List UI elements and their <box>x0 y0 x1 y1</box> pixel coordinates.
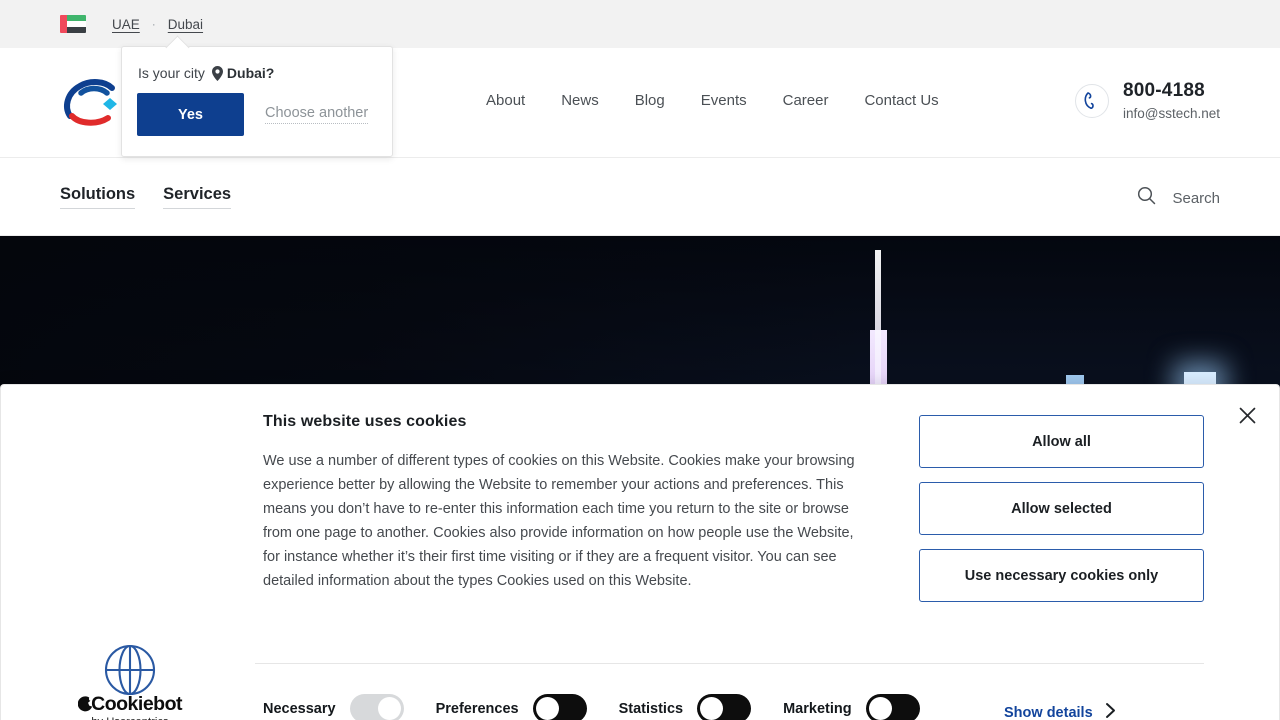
marketing-label: Marketing <box>783 700 852 717</box>
nav-item-blog[interactable]: Blog <box>635 92 665 109</box>
geo-country-link[interactable]: UAE <box>112 17 140 32</box>
cookie-category-marketing: Marketing <box>783 694 920 720</box>
cookie-footer: Cookiebot by Usercentrics Necessary Pref… <box>1 682 1279 720</box>
cookie-category-preferences: Preferences <box>436 694 587 720</box>
cookiebot-logo: Cookiebot by Usercentrics <box>78 694 182 720</box>
city-question-prefix: Is your city <box>138 65 205 81</box>
nav-item-about[interactable]: About <box>486 92 525 109</box>
geo-city-link[interactable]: Dubai <box>168 17 203 32</box>
cookie-category-toggles: Necessary Preferences Statistics Marketi… <box>263 694 920 720</box>
header-contact-block: 800-4188 info@sstech.net <box>1074 80 1220 121</box>
city-question-city: Dubai? <box>226 65 275 81</box>
cookie-text-block: This website uses cookies We use a numbe… <box>263 413 863 593</box>
subnav-item-solutions[interactable]: Solutions <box>60 185 136 209</box>
preferences-toggle[interactable] <box>532 694 587 720</box>
show-details-link[interactable]: Show details <box>1004 702 1116 720</box>
close-icon[interactable] <box>1234 402 1260 428</box>
cookiebot-brand-text: Cookiebot <box>91 693 182 715</box>
phone-icon <box>1074 83 1109 118</box>
sstech-swoosh-logo[interactable] <box>60 78 130 128</box>
nav-item-events[interactable]: Events <box>701 92 747 109</box>
cookiebot-brand-name: Cookiebot <box>78 694 182 714</box>
allow-selected-button[interactable]: Allow selected <box>919 482 1204 535</box>
nav-item-career[interactable]: Career <box>783 92 829 109</box>
contact-text: 800-4188 info@sstech.net <box>1123 80 1220 121</box>
secondary-navigation-bar: Solutions Services Search <box>0 158 1280 236</box>
search-icon <box>1137 186 1156 210</box>
uae-flag-icon <box>60 15 86 33</box>
preferences-label: Preferences <box>435 700 519 717</box>
geo-separator: · <box>151 17 156 31</box>
divider <box>255 663 1204 664</box>
show-details-label: Show details <box>1004 704 1093 720</box>
cookie-banner-text: We use a number of different types of co… <box>263 453 855 589</box>
cookie-banner-title: This website uses cookies <box>263 413 467 430</box>
cookie-consent-banner: This website uses cookies We use a numbe… <box>0 384 1280 720</box>
subnav-item-services[interactable]: Services <box>163 185 232 209</box>
nav-item-contact-us[interactable]: Contact Us <box>864 92 938 109</box>
statistics-toggle[interactable] <box>697 694 752 720</box>
search-label: Search <box>1172 189 1220 207</box>
necessary-label: Necessary <box>263 700 336 717</box>
use-necessary-only-button[interactable]: Use necessary cookies only <box>919 549 1204 602</box>
cookiebot-brand-sub: by Usercentrics <box>78 716 182 720</box>
email-address[interactable]: info@sstech.net <box>1123 106 1220 121</box>
city-question: Is your city Dubai? <box>138 65 274 81</box>
secondary-navigation: Solutions Services <box>60 185 232 209</box>
confirm-city-yes-button[interactable]: Yes <box>137 93 244 136</box>
search-control[interactable]: Search <box>1137 186 1220 210</box>
nav-item-news[interactable]: News <box>561 92 599 109</box>
geo-location-bar: UAE · Dubai <box>0 0 1280 48</box>
cookie-category-statistics: Statistics <box>618 694 752 720</box>
map-pin-icon <box>211 65 223 81</box>
necessary-toggle[interactable] <box>349 694 404 720</box>
cookie-action-buttons: Allow all Allow selected Use necessary c… <box>919 415 1204 602</box>
choose-another-city-link[interactable]: Choose another <box>265 105 369 124</box>
chevron-right-icon <box>1105 702 1116 720</box>
phone-number[interactable]: 800-4188 <box>1123 80 1205 102</box>
city-confirm-popup: Is your city Dubai? Yes Choose another <box>121 46 393 157</box>
allow-all-button[interactable]: Allow all <box>919 415 1204 468</box>
cookie-category-necessary: Necessary <box>263 694 404 720</box>
marketing-toggle[interactable] <box>865 694 920 720</box>
statistics-label: Statistics <box>618 700 684 717</box>
page-root: UAE · Dubai Is your city Dubai? Yes Choo… <box>0 0 1280 720</box>
primary-navigation: About News Blog Events Career Contact Us <box>486 92 939 109</box>
